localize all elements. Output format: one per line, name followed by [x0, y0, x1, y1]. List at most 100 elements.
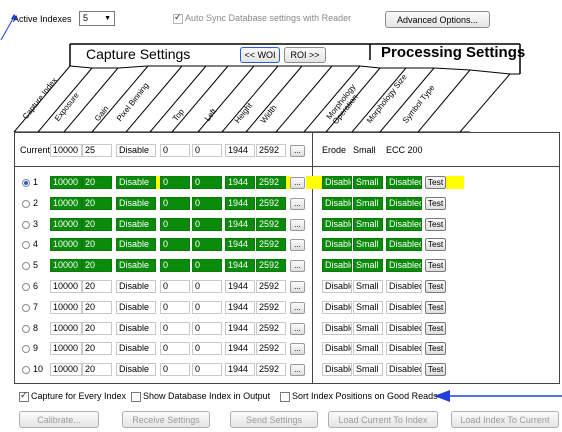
row-width-field[interactable]: 2592 [256, 363, 286, 377]
row-test-button[interactable]: Test [425, 176, 446, 189]
row-gain-field[interactable]: 20 [82, 342, 112, 356]
row-width-field[interactable]: 2592 [256, 300, 286, 314]
row-gain-field[interactable]: 20 [82, 196, 112, 210]
row-gain-field[interactable]: 20 [82, 176, 112, 189]
row-morph-op-field[interactable]: Disable [322, 363, 352, 377]
row-morph-size-field[interactable]: Small [353, 363, 383, 377]
row-gain-field[interactable]: 20 [82, 259, 112, 273]
row-test-button[interactable]: Test [425, 196, 446, 210]
row-radio[interactable] [22, 324, 30, 333]
show-db-index-checkbox[interactable] [131, 392, 141, 402]
row-height-field[interactable]: 1944 [225, 300, 255, 314]
row-binning-field[interactable]: Disable [116, 280, 156, 293]
row-width-field[interactable]: 2592 [256, 176, 286, 189]
row-top-field[interactable]: 0 [160, 196, 190, 210]
row-height-field[interactable]: 1944 [225, 259, 255, 273]
row-morph-size-field[interactable]: Small [353, 196, 383, 210]
row-left-field[interactable]: 0 [192, 217, 222, 231]
row-top-field[interactable]: 0 [160, 217, 190, 231]
advanced-options-button[interactable]: Advanced Options... [385, 11, 490, 28]
row-symbol-type-field[interactable]: Disabled [386, 259, 422, 273]
row-left-field[interactable]: 0 [192, 321, 222, 335]
row-symbol-type-field[interactable]: Disabled [386, 196, 422, 210]
row-morph-op-field[interactable]: Disable [322, 238, 352, 252]
row-width-field[interactable]: 2592 [256, 259, 286, 273]
row-ellipsis-button[interactable]: ... [290, 281, 305, 293]
row-exposure-field[interactable]: 10000 [50, 238, 82, 252]
row-morph-op-field[interactable]: Disable [322, 300, 352, 314]
row-symbol-type-field[interactable]: Disabled [386, 300, 422, 314]
row-morph-size-field[interactable]: Small [353, 342, 383, 356]
row-symbol-type-field[interactable]: Disabled [386, 217, 422, 231]
current-height-field[interactable]: 1944 [225, 144, 255, 157]
row-binning-field[interactable]: Disable [116, 259, 156, 273]
capture-every-index-checkbox[interactable] [19, 390, 29, 402]
row-morph-op-field[interactable]: Disable [322, 217, 352, 231]
row-binning-field[interactable]: Disable [116, 300, 156, 314]
row-binning-field[interactable]: Disable [116, 217, 156, 231]
row-radio[interactable] [22, 303, 30, 312]
row-exposure-field[interactable]: 10000 [50, 259, 82, 273]
row-symbol-type-field[interactable]: Disabled [386, 342, 422, 356]
row-ellipsis-button[interactable]: ... [290, 218, 305, 231]
row-symbol-type-field[interactable]: Disabled [386, 238, 422, 252]
row-width-field[interactable]: 2592 [256, 342, 286, 356]
row-top-field[interactable]: 0 [160, 321, 190, 335]
row-test-button[interactable]: Test [425, 238, 446, 252]
row-ellipsis-button[interactable]: ... [290, 301, 305, 314]
row-test-button[interactable]: Test [425, 217, 446, 231]
row-exposure-field[interactable]: 10000 [50, 217, 82, 231]
row-morph-op-field[interactable]: Disable [322, 280, 352, 293]
send-settings-button[interactable]: Send Settings [230, 411, 318, 428]
row-height-field[interactable]: 1944 [225, 238, 255, 252]
row-morph-op-field[interactable]: Disable [322, 196, 352, 210]
row-binning-field[interactable]: Disable [116, 363, 156, 377]
row-radio[interactable] [22, 179, 30, 187]
roi-button[interactable]: ROI >> [284, 47, 326, 63]
current-ellipsis-button[interactable]: ... [290, 145, 305, 157]
row-top-field[interactable]: 0 [160, 342, 190, 356]
current-binning-field[interactable]: Disable [116, 144, 156, 157]
row-width-field[interactable]: 2592 [256, 217, 286, 231]
row-binning-field[interactable]: Disable [116, 238, 156, 252]
row-width-field[interactable]: 2592 [256, 196, 286, 210]
auto-sync-checkbox[interactable] [173, 12, 183, 24]
calibrate-button[interactable]: Calibrate... [19, 411, 99, 428]
load-index-to-current-button[interactable]: Load Index To Current [451, 411, 559, 428]
row-ellipsis-button[interactable]: ... [290, 364, 305, 377]
row-height-field[interactable]: 1944 [225, 217, 255, 231]
row-top-field[interactable]: 0 [160, 238, 190, 252]
row-exposure-field[interactable]: 10000 [50, 363, 82, 377]
row-gain-field[interactable]: 20 [82, 238, 112, 252]
row-binning-field[interactable]: Disable [116, 196, 156, 210]
row-width-field[interactable]: 2592 [256, 280, 286, 293]
row-morph-size-field[interactable]: Small [353, 280, 383, 293]
receive-settings-button[interactable]: Receive Settings [122, 411, 210, 428]
row-gain-field[interactable]: 20 [82, 280, 112, 293]
row-symbol-type-field[interactable]: Disabled [386, 280, 422, 293]
row-top-field[interactable]: 0 [160, 363, 190, 377]
current-left-field[interactable]: 0 [192, 144, 222, 157]
current-gain-field[interactable]: 25 [82, 144, 112, 157]
current-width-field[interactable]: 2592 [256, 144, 286, 157]
row-ellipsis-button[interactable]: ... [290, 177, 305, 189]
row-exposure-field[interactable]: 10000 [50, 300, 82, 314]
row-binning-field[interactable]: Disable [116, 342, 156, 356]
row-height-field[interactable]: 1944 [225, 342, 255, 356]
row-top-field[interactable]: 0 [160, 259, 190, 273]
row-exposure-field[interactable]: 10000 [50, 196, 82, 210]
row-top-field[interactable]: 0 [160, 280, 190, 293]
row-test-button[interactable]: Test [425, 342, 446, 356]
row-radio[interactable] [22, 283, 30, 291]
row-height-field[interactable]: 1944 [225, 363, 255, 377]
load-current-to-index-button[interactable]: Load Current To Index [328, 411, 438, 428]
row-morph-size-field[interactable]: Small [353, 217, 383, 231]
row-test-button[interactable]: Test [425, 321, 446, 335]
active-indexes-select[interactable]: 5 ▼ [79, 11, 115, 26]
row-morph-size-field[interactable]: Small [353, 176, 383, 189]
current-exposure-field[interactable]: 10000 [50, 144, 82, 157]
row-morph-op-field[interactable]: Disable [322, 259, 352, 273]
row-gain-field[interactable]: 20 [82, 217, 112, 231]
row-symbol-type-field[interactable]: Disabled [386, 321, 422, 335]
current-top-field[interactable]: 0 [160, 144, 190, 157]
